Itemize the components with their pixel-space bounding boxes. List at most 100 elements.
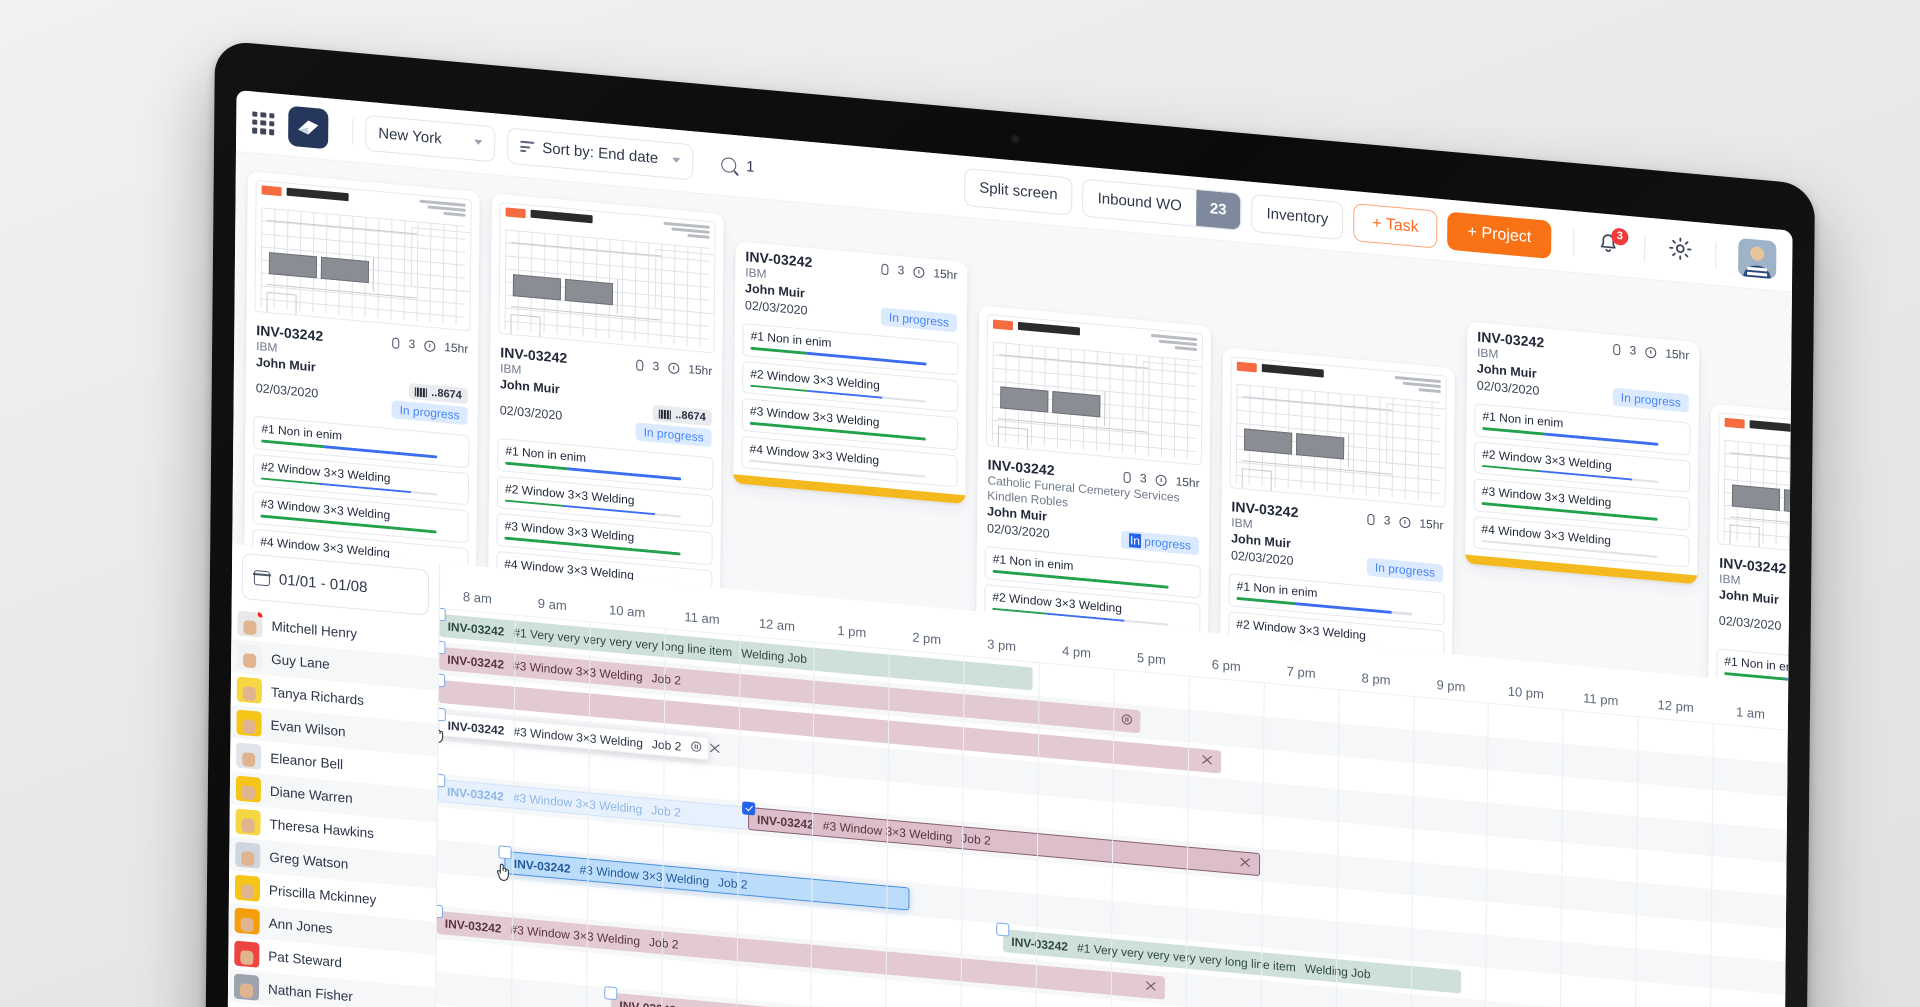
gantt-bar-job: Job 2 <box>651 802 681 820</box>
card-date: 02/03/2020 <box>986 520 1050 541</box>
card-hours: 15hr <box>933 266 958 283</box>
card-task-list: #1 Non in enim #2 Window 3×3 Welding #3 … <box>1465 400 1698 568</box>
blueprint-title <box>1749 420 1792 434</box>
timeline-people-column: 01/01 - 01/08 Mitchell Henry Guy Lane Ta… <box>227 543 441 1007</box>
hour-label: 5 pm <box>1136 649 1166 668</box>
pause-icon[interactable] <box>1121 713 1132 728</box>
attachment-count: 3 <box>652 358 660 374</box>
location-select[interactable]: New York <box>365 114 496 162</box>
date-range-label: 01/01 - 01/08 <box>278 570 368 596</box>
hour-label: 12 am <box>758 615 796 634</box>
shuffle-icon[interactable] <box>1146 979 1157 994</box>
gantt-bar-label: #3 Window 3×3 Welding <box>512 790 643 816</box>
card-status-badge[interactable]: In progress <box>391 400 468 426</box>
search-input[interactable] <box>746 158 867 186</box>
gantt-bar-id: INV-03242 <box>447 619 505 639</box>
gantt-bar-label: #3 Window 3×3 Welding <box>510 921 641 948</box>
work-order-card[interactable]: INV-03242 3 15hr IBM John Muir 02/03/202… <box>487 193 724 620</box>
inbound-wo-label: Inbound WO <box>1097 189 1182 215</box>
work-order-card[interactable]: INV-03242 3 15hr IBM John Muir 02/03/202… <box>1219 347 1455 680</box>
apps-grid-icon[interactable] <box>252 110 275 135</box>
card-date: 02/03/2020 <box>499 403 563 423</box>
shuffle-icon[interactable] <box>709 742 720 757</box>
shuffle-icon <box>709 743 720 753</box>
hour-label: 1 am <box>1735 704 1766 722</box>
sort-select[interactable]: Sort by: End date <box>507 127 694 180</box>
gantt-bar-job: Job 2 <box>651 736 682 754</box>
search-box[interactable] <box>707 145 897 198</box>
avatar <box>237 610 263 638</box>
gantt-bar-handle[interactable] <box>742 801 756 816</box>
shuffle-icon[interactable] <box>1240 856 1251 871</box>
gear-icon <box>1669 237 1692 260</box>
clock-icon <box>668 361 680 374</box>
avatar <box>234 874 261 902</box>
split-screen-button[interactable]: Split screen <box>964 167 1073 216</box>
inbound-wo-button[interactable]: Inbound WO 23 <box>1082 178 1242 231</box>
date-range-picker[interactable]: 01/01 - 01/08 <box>241 552 430 616</box>
gantt-bar-handle[interactable] <box>435 904 443 919</box>
divider <box>1644 234 1646 262</box>
card-date: 02/03/2020 <box>744 297 808 318</box>
clock-icon <box>1645 346 1657 359</box>
avatar <box>235 775 262 803</box>
settings-button[interactable] <box>1667 234 1693 267</box>
card-status-badge[interactable]: In progress <box>635 422 712 448</box>
gantt-bar-handle[interactable] <box>604 986 618 1001</box>
gantt-bar-handle[interactable] <box>996 922 1010 937</box>
gantt-bar-icons <box>1202 753 1213 768</box>
notifications-button[interactable]: 3 <box>1596 226 1629 259</box>
user-avatar[interactable] <box>1738 237 1777 279</box>
shuffle-icon[interactable] <box>1202 753 1213 768</box>
shuffle-icon <box>1202 754 1212 764</box>
gantt-bar-id: INV-03242 <box>447 652 505 672</box>
blueprint-thumbnail[interactable] <box>254 179 472 332</box>
gantt-bar-id: INV-03242 <box>619 998 676 1007</box>
pause-icon[interactable] <box>690 740 701 755</box>
person-name: Priscilla Mckinney <box>268 882 377 908</box>
inventory-label: Inventory <box>1266 205 1329 228</box>
avatar <box>237 643 263 671</box>
card-status-label: In progress <box>1374 560 1436 580</box>
divider <box>1715 241 1717 268</box>
hour-label: 11 am <box>684 608 720 628</box>
inventory-button[interactable]: Inventory <box>1251 193 1344 240</box>
person-name: Ann Jones <box>268 915 333 937</box>
card-status-label: In progress <box>399 403 460 423</box>
work-order-card[interactable]: INV-03242 3 15hr IBM John Muir 02/03/202… <box>1465 321 1700 585</box>
gantt-bar-icons <box>1146 979 1157 994</box>
blueprint-drawing <box>1723 439 1792 559</box>
attachment-icon <box>881 262 889 275</box>
avatar <box>235 808 261 836</box>
blueprint-thumbnail[interactable] <box>1717 412 1792 564</box>
gantt-bar-icons <box>690 740 720 757</box>
notification-dot <box>256 610 263 619</box>
blueprint-thumbnail[interactable] <box>498 201 716 354</box>
blueprint-thumbnail[interactable] <box>985 314 1204 466</box>
blueprint-thumbnail[interactable] <box>1229 356 1447 508</box>
card-status-label: In progress <box>888 310 950 330</box>
logo-mark-icon <box>298 120 319 135</box>
notification-count-badge: 3 <box>1611 226 1629 246</box>
card-status-label: In progress <box>643 425 704 445</box>
attachment-count: 3 <box>408 336 416 352</box>
add-task-button[interactable]: + Task <box>1353 202 1438 249</box>
person-name: Pat Steward <box>268 948 342 971</box>
card-status-rest: progress <box>1140 534 1192 553</box>
work-order-card[interactable]: INV-03242 3 15hr IBM John Muir 02/03/202… <box>243 171 480 598</box>
gantt-bar-id: INV-03242 <box>1011 934 1069 954</box>
gantt-bar-label: #3 Window 3×3 Welding <box>822 818 953 844</box>
work-order-card[interactable]: INV-03242 3 15hr IBM John Muir 02/03/202… <box>733 241 968 505</box>
chevron-down-icon <box>474 139 483 146</box>
work-order-card[interactable]: INV-03242 3 15hr IBM John Muir 02/03/202… <box>1706 403 1792 685</box>
hour-label: 12 pm <box>1657 697 1694 716</box>
hour-label: 11 pm <box>1583 690 1619 709</box>
gantt-bar-job: Welding Job <box>1304 960 1371 981</box>
gantt-bar-handle[interactable] <box>498 845 512 860</box>
shuffle-icon <box>1146 980 1156 991</box>
blueprint-drawing <box>504 229 716 348</box>
clock-icon <box>913 265 925 278</box>
attachment-icon <box>392 336 400 349</box>
app-logo[interactable] <box>288 105 329 149</box>
add-project-button[interactable]: + Project <box>1447 211 1552 259</box>
